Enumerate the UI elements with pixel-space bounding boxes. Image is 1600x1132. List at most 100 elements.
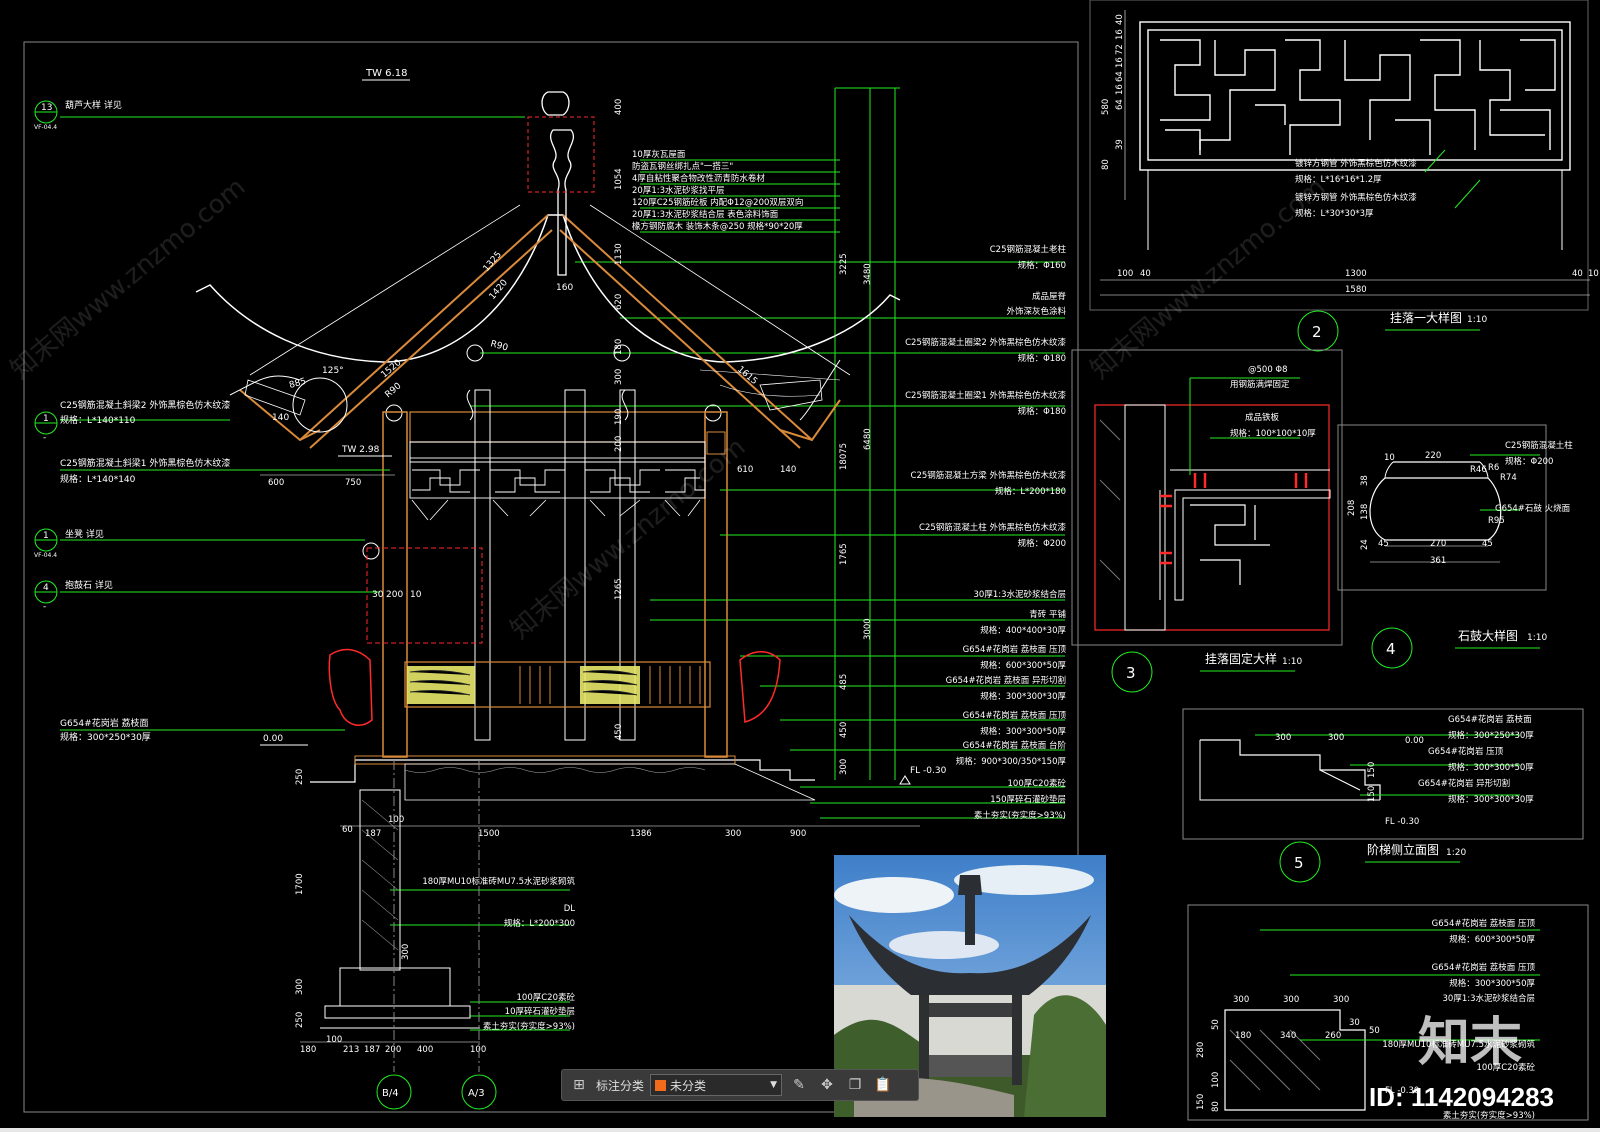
- d2-dim-l1: 40: [1115, 14, 1125, 25]
- hdim-17: 400: [417, 1045, 433, 1055]
- d4-dim-3: R46: [1470, 465, 1487, 475]
- grid-view-icon[interactable]: ⊞: [568, 1074, 590, 1096]
- move-icon[interactable]: ✥: [816, 1074, 838, 1096]
- d6-dim-10: 280: [1196, 1042, 1206, 1058]
- d5-note-3-l1: G654#花岗岩 异形切割: [1418, 778, 1510, 789]
- vdim-15: 3000: [863, 618, 873, 640]
- d4-dim-6: R95: [1488, 516, 1505, 526]
- rdim-1: 1325: [482, 250, 504, 274]
- roof-layer-6: 20厚1:3水泥砂浆结合层 表色涂料饰面: [632, 209, 779, 220]
- roof-finial: [527, 91, 595, 276]
- vdim-22: 300: [401, 944, 411, 960]
- paste-icon[interactable]: 📋: [872, 1074, 894, 1096]
- vdim-11: 18075: [839, 443, 849, 470]
- left-note-1-line1: C25钢筋混凝土斜梁2 外饰黑棕色仿木纹漆: [60, 399, 230, 411]
- d4-dim-4: R6: [1488, 463, 1499, 473]
- d2-dim-b6: 10: [1588, 269, 1599, 279]
- axis-bubbles: B/4 A/3: [376, 760, 497, 1110]
- callout-1a-num: 1: [43, 414, 49, 424]
- vdim-10: 200: [614, 436, 624, 452]
- d6-dim-2: 300: [1283, 995, 1299, 1005]
- category-label: 标注分类: [596, 1078, 645, 1093]
- callout-13-ref: VF-04.4: [34, 124, 57, 131]
- ground-elevation-label: 0.00: [263, 734, 283, 744]
- rnote-12-l2: 规格：900*300/350*150厚: [956, 756, 1067, 767]
- d2-dim-l4: 16: [1115, 57, 1125, 68]
- rdim-8: 1615: [735, 365, 759, 387]
- d6-dim-8: 260: [1325, 1031, 1341, 1041]
- detail-5-steps: G654#花岗岩 荔枝面 规格：300*250*30厚 G654#花岗岩 压顶 …: [1182, 708, 1584, 883]
- d3-note-3: 成品铁板: [1245, 412, 1280, 423]
- callout-13-text: 葫芦大样 详见: [65, 99, 122, 111]
- d4-note-1-l1: C25钢筋混凝土柱: [1505, 440, 1573, 451]
- wm-site-1: 知末网www.znzmo.com: [5, 172, 251, 385]
- rnote-1-l2: 规格：Φ160: [1018, 260, 1066, 271]
- d4-scale: 1:10: [1527, 633, 1547, 643]
- d2-num: 2: [1312, 323, 1322, 341]
- vdim-6: 620: [614, 294, 624, 310]
- d2-dim-b5: 40: [1572, 269, 1583, 279]
- cad-drawing-canvas[interactable]: TW 6.18 13 VF-04.4 葫芦大样 详见 1 - 1 VF-04.4…: [0, 0, 1600, 1132]
- vdim-16: 485: [839, 674, 849, 690]
- d2-dim-l6: 16: [1115, 84, 1125, 95]
- d5-scale: 1:20: [1446, 848, 1466, 858]
- rnote-9-l2: 规格：600*300*50厚: [980, 660, 1066, 671]
- rnote-5-l2: 规格：L*200*180: [995, 486, 1066, 497]
- hdim-10: 300: [725, 829, 741, 839]
- d5-ground: 0.00: [1405, 736, 1424, 746]
- d5-num: 5: [1294, 854, 1304, 872]
- ground-section: [310, 755, 816, 1029]
- d6-note-2-l1: G654#花岗岩 荔枝面 压顶: [1432, 962, 1536, 973]
- hdim-5: 60: [342, 825, 353, 835]
- d3-note-4: 规格：100*100*10厚: [1230, 428, 1316, 439]
- rdim-10: 140: [272, 413, 289, 423]
- rnote-14-l1: 150厚碎石灌砂垫层: [990, 794, 1066, 805]
- d5-dim-3: 150: [1367, 762, 1377, 778]
- vdim-23: 300: [295, 979, 305, 995]
- rdim-11: 200: [386, 590, 403, 600]
- hdim-1: 600: [268, 478, 284, 488]
- copy-icon[interactable]: ❐: [844, 1074, 866, 1096]
- d6-dim-4: 30: [1349, 1018, 1360, 1028]
- roof-layer-2: 防盗瓦钢丝绑扎点"一搭三": [632, 161, 733, 172]
- d4-note-2-l1: G654#石鼓 火烧面: [1495, 503, 1571, 514]
- d2-dim-l8: 580: [1101, 99, 1111, 115]
- d6-dim-1: 300: [1233, 995, 1249, 1005]
- d4-num: 4: [1386, 640, 1396, 658]
- watermark-logo: 知末: [1417, 1013, 1522, 1073]
- rnote-15-l1: 素土夯实(夯实度>93%): [974, 810, 1066, 821]
- rdim-3: R90: [489, 339, 509, 353]
- d2-note-1-l1: 镀锌方钢管 外饰黑棕色仿木纹漆: [1295, 158, 1417, 169]
- hdim-8: 1500: [478, 829, 500, 839]
- callout-1a-ref: -: [43, 433, 46, 443]
- rnote-10-l1: G654#花岗岩 荔枝面 异形切割: [946, 675, 1066, 686]
- top-elevation-label: TW 6.18: [365, 68, 407, 79]
- d6-note-1-l1: G654#花岗岩 荔枝面 压顶: [1432, 918, 1536, 929]
- vdim-3: 3225: [839, 253, 849, 275]
- rdim-12: 10: [410, 590, 422, 600]
- fnote-4: 100厚C20素砼: [517, 992, 576, 1003]
- category-select[interactable]: 未分类 ▼: [650, 1074, 783, 1096]
- d6-note-2-l2: 规格：300*300*50厚: [1449, 978, 1535, 989]
- d2-dim-b4: 1580: [1345, 285, 1367, 295]
- rnote-4-l2: 规格：Φ180: [1018, 406, 1066, 417]
- d3-scale: 1:10: [1282, 657, 1302, 667]
- axis-b4: B/4: [382, 1088, 399, 1099]
- axis-a3: A/3: [468, 1088, 485, 1099]
- rnote-6-l2: 规格：Φ200: [1018, 538, 1066, 549]
- rnote-8-l1: 青砖 平铺: [1029, 609, 1066, 620]
- d5-dim-4: 150: [1367, 786, 1377, 802]
- vdim-8: 300: [614, 369, 624, 385]
- d2-left-dims: 40 16 72 16 64 16 64 580 39 80: [1101, 14, 1125, 170]
- hdim-7: 100: [388, 815, 404, 825]
- edit-icon[interactable]: ✎: [788, 1074, 810, 1096]
- left-note-3-line1: G654#花岗岩 荔枝面: [60, 717, 149, 729]
- fnote-3: 规格：L*200*300: [504, 918, 575, 929]
- rnote-11-l2: 规格：300*300*50厚: [980, 726, 1066, 737]
- vdim-7: 180: [614, 339, 624, 355]
- hdim-15: 187: [364, 1045, 380, 1055]
- rnote-6-l1: C25钢筋混凝土柱 外饰黑棕色仿木纹漆: [919, 522, 1066, 533]
- bottom-status-strip: [0, 1128, 1600, 1132]
- d4-dim-11: 45: [1378, 539, 1389, 549]
- d2-dim-l9: 39: [1115, 139, 1125, 150]
